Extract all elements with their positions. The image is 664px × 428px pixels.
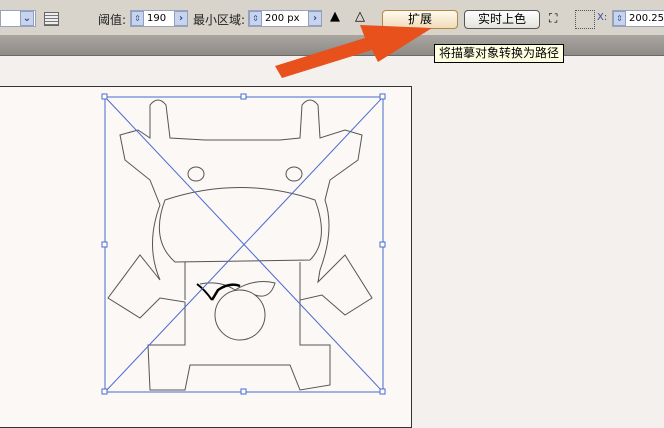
selection-bounding-box (104, 96, 384, 393)
tooltip: 将描摹对象转换为路径 (434, 44, 565, 63)
canvas-artwork (101, 25, 432, 395)
pointer-arrow (275, 25, 432, 78)
